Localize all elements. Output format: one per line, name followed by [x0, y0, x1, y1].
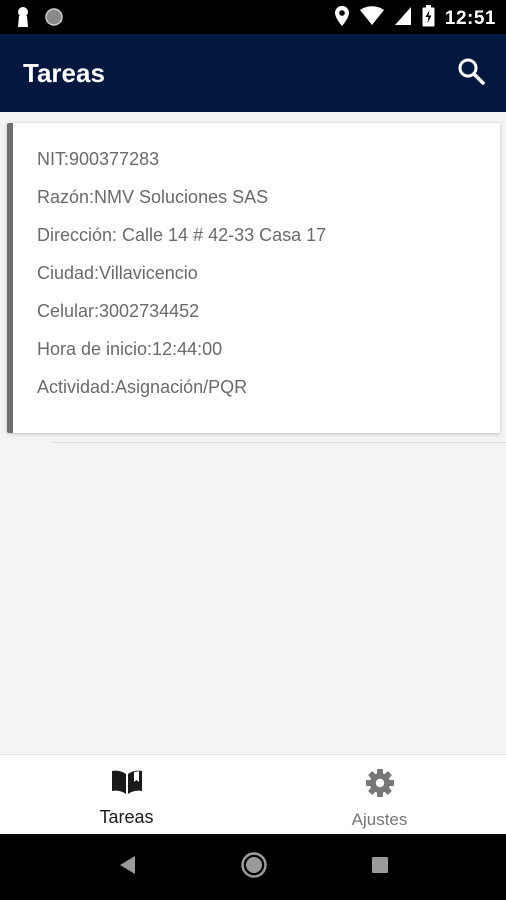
task-nit: NIT:900377283 — [37, 149, 160, 169]
gear-icon — [365, 768, 395, 803]
task-hora-inicio: Hora de inicio:12:44:00 — [37, 339, 223, 359]
wifi-icon — [359, 6, 384, 31]
task-ciudad: Ciudad:Villavicencio — [37, 263, 198, 283]
search-button[interactable] — [454, 56, 488, 90]
recents-icon — [370, 855, 390, 880]
bottom-nav: Tareas Ajustes — [0, 754, 506, 834]
task-direccion: Dirección: Calle 14 # 42-33 Casa 17 — [37, 225, 327, 245]
task-actividad: Actividad:Asignación/PQR — [37, 377, 248, 397]
keyhole-icon — [16, 6, 30, 33]
task-card[interactable]: NIT:900377283 Razón:NMV Soluciones SAS D… — [7, 123, 500, 433]
home-icon — [240, 851, 268, 884]
task-razon: Razón:NMV Soluciones SAS — [37, 187, 269, 207]
task-list[interactable]: NIT:900377283 Razón:NMV Soluciones SAS D… — [0, 112, 506, 754]
system-nav-bar — [0, 834, 506, 900]
task-celular: Celular:3002734452 — [37, 301, 200, 321]
search-icon — [457, 57, 485, 90]
status-bar: 12:51 — [0, 0, 506, 34]
status-time: 12:51 — [444, 7, 496, 29]
location-icon — [334, 5, 350, 32]
recents-button[interactable] — [365, 852, 395, 882]
nav-ajustes-label: Ajustes — [351, 810, 408, 829]
back-icon — [117, 854, 137, 881]
list-divider — [53, 442, 506, 443]
nav-tareas-label: Tareas — [99, 807, 154, 827]
circle-notification-icon — [44, 7, 64, 32]
nav-ajustes[interactable]: Ajustes — [253, 755, 506, 834]
battery-charging-icon — [422, 5, 435, 32]
page-title: Tareas — [23, 57, 105, 88]
home-button[interactable] — [239, 851, 269, 884]
nav-tareas[interactable]: Tareas — [0, 755, 253, 834]
app-bar: Tareas — [0, 34, 506, 112]
back-button[interactable] — [112, 852, 142, 882]
book-icon — [110, 768, 144, 801]
signal-icon — [394, 6, 412, 31]
